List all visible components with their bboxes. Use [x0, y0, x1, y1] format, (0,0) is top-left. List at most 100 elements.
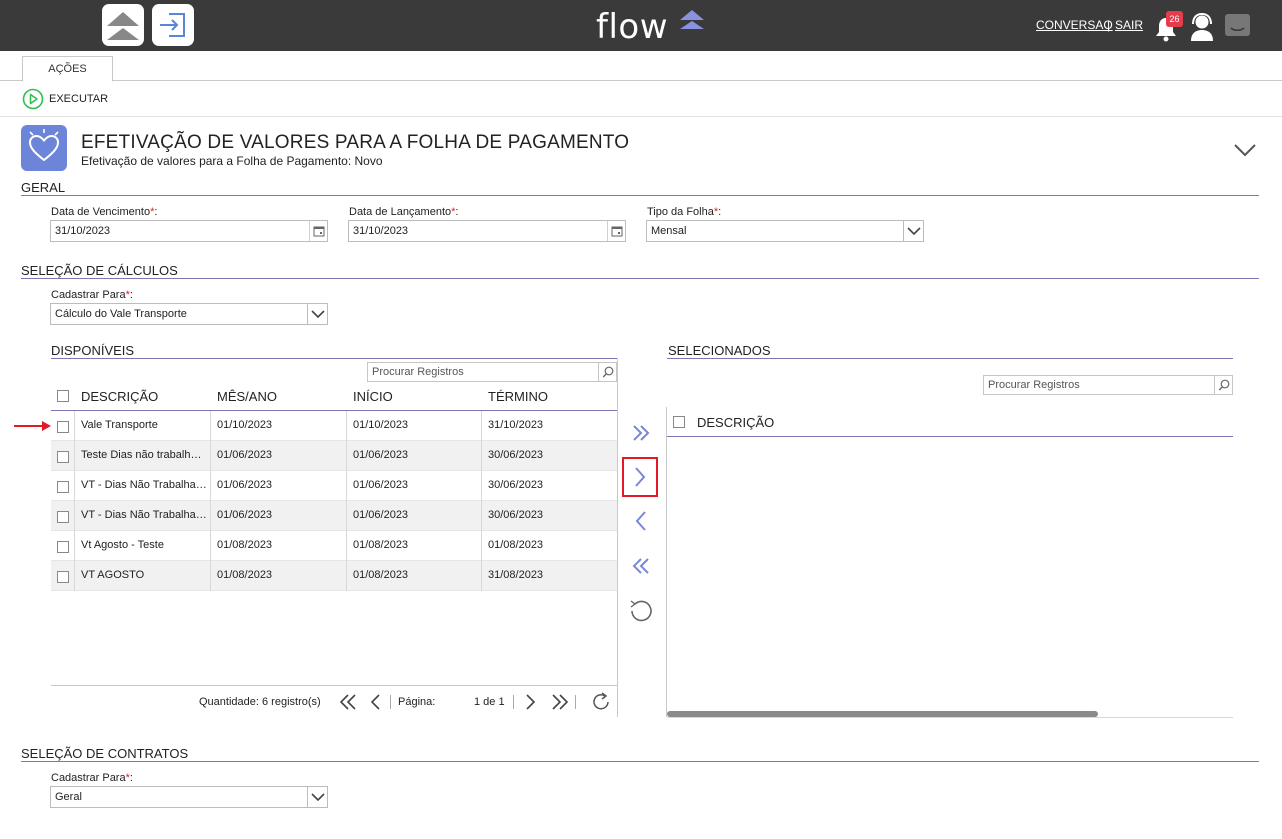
- data-lancamento-field[interactable]: 31/10/2023: [348, 220, 626, 242]
- row-checkbox[interactable]: [57, 421, 69, 433]
- section-title-contratos: SELEÇÃO DE CONTRATOS: [21, 746, 189, 761]
- row-checkbox[interactable]: [57, 571, 69, 583]
- dropdown-toggle[interactable]: [903, 221, 923, 241]
- execute-label: EXECUTAR: [49, 93, 109, 105]
- calendar-button[interactable]: [309, 221, 327, 241]
- move-all-right-button[interactable]: [624, 417, 658, 449]
- cell-descricao: VT AGOSTO: [81, 569, 145, 581]
- cadastrar-para-contratos-select[interactable]: Geral: [50, 786, 328, 808]
- page-title: EFETIVAÇÃO DE VALORES PARA A FOLHA DE PA…: [81, 132, 630, 153]
- page-subtitle: Efetivação de valores para a Folha de Pa…: [81, 154, 383, 168]
- chevron-down-icon: [906, 226, 921, 235]
- column-divider: [346, 411, 347, 591]
- column-divider: [481, 411, 482, 591]
- section-title-geral: GERAL: [21, 180, 66, 195]
- col-descricao[interactable]: DESCRIÇÃO: [81, 389, 158, 404]
- select-all-checkbox[interactable]: [673, 416, 685, 428]
- table-row[interactable]: Vale Transporte 01/10/2023 01/10/2023 31…: [51, 411, 617, 441]
- play-circle-icon: [22, 88, 44, 110]
- last-page-icon[interactable]: [551, 693, 569, 711]
- sair-link[interactable]: SAIR: [1115, 18, 1143, 32]
- cell-termino: 31/08/2023: [488, 569, 544, 581]
- cadastrar-para-label: Cadastrar Para*:: [51, 289, 133, 301]
- selecionados-search-input[interactable]: Procurar Registros: [983, 375, 1233, 395]
- table-row[interactable]: VT - Dias Não Trabalhados 01/06/2023 01/…: [51, 501, 617, 531]
- cloud-upload-icon: [107, 12, 139, 40]
- table-row[interactable]: VT AGOSTO 01/08/2023 01/08/2023 31/08/20…: [51, 561, 617, 591]
- row-checkbox[interactable]: [57, 451, 69, 463]
- undo-circle-icon: [630, 600, 652, 622]
- cell-mes-ano: 01/06/2023: [217, 479, 273, 491]
- tipo-folha-label: Tipo da Folha*:: [647, 206, 721, 218]
- section-divider: [21, 278, 1259, 279]
- tipo-folha-select[interactable]: Mensal: [646, 220, 924, 242]
- table-row[interactable]: Vt Agosto - Teste 01/08/2023 01/08/2023 …: [51, 531, 617, 561]
- label-colon: :: [129, 772, 133, 784]
- search-button[interactable]: [598, 363, 616, 381]
- move-all-left-button[interactable]: [624, 550, 658, 582]
- cell-descricao: Teste Dias não trabalhados: [81, 449, 207, 461]
- support-agent-icon[interactable]: [1189, 12, 1215, 42]
- cell-descricao: VT - Dias Não Trabalhados: [81, 509, 207, 521]
- table-row[interactable]: VT - Dias Não Trabalhados 01/06/2023 01/…: [51, 471, 617, 501]
- col-mes-ano[interactable]: MÊS/ANO: [217, 389, 277, 404]
- login-button[interactable]: [152, 4, 194, 46]
- cell-inicio: 01/06/2023: [353, 449, 409, 461]
- chevron-left-icon: [635, 511, 646, 531]
- page-label: Página:: [398, 696, 436, 708]
- data-lancamento-label: Data de Lançamento*:: [349, 206, 458, 218]
- search-button[interactable]: [1214, 376, 1232, 394]
- reset-selection-button[interactable]: [624, 595, 658, 627]
- row-checkbox[interactable]: [57, 481, 69, 493]
- search-icon: [602, 366, 613, 378]
- field-value: 31/10/2023: [55, 225, 111, 237]
- link-separator: |: [1107, 18, 1111, 32]
- table-row[interactable]: Teste Dias não trabalhados 01/06/2023 01…: [51, 441, 617, 471]
- refresh-icon[interactable]: [590, 691, 612, 713]
- row-checkbox[interactable]: [57, 541, 69, 553]
- select-value: Mensal: [651, 225, 687, 237]
- col-termino[interactable]: TÉRMINO: [488, 389, 548, 404]
- move-left-button[interactable]: [624, 505, 658, 537]
- calendar-icon: [313, 226, 325, 237]
- notification-badge: 26: [1166, 11, 1183, 27]
- col-descricao[interactable]: DESCRIÇÃO: [697, 415, 774, 430]
- cell-inicio: 01/06/2023: [353, 509, 409, 521]
- horizontal-scrollbar[interactable]: [667, 711, 1098, 717]
- cell-descricao: Vt Agosto - Teste: [81, 539, 164, 551]
- chevron-down-icon[interactable]: [1233, 143, 1257, 157]
- cell-termino: 30/06/2023: [488, 509, 544, 521]
- divider: [0, 116, 1282, 117]
- dropdown-toggle[interactable]: [307, 787, 327, 807]
- chat-icon[interactable]: [1225, 14, 1250, 40]
- tab-acoes[interactable]: AÇÕES: [22, 56, 113, 82]
- data-vencimento-field[interactable]: 31/10/2023: [50, 220, 328, 242]
- execute-button[interactable]: EXECUTAR: [22, 88, 108, 110]
- col-inicio[interactable]: INÍCIO: [353, 389, 393, 404]
- label-colon: :: [718, 206, 722, 218]
- conversao-link[interactable]: CONVERSAO: [1036, 18, 1113, 32]
- label-text: Cadastrar Para: [51, 289, 126, 301]
- prev-page-icon[interactable]: [369, 693, 383, 711]
- page-value: 1 de 1: [474, 696, 505, 708]
- move-right-button[interactable]: [622, 457, 658, 497]
- select-all-checkbox[interactable]: [57, 390, 69, 402]
- red-arrow-icon: [14, 421, 51, 431]
- next-page-icon[interactable]: [523, 693, 537, 711]
- heart-icon: [28, 129, 60, 162]
- row-checkbox[interactable]: [57, 511, 69, 523]
- disponiveis-search-input[interactable]: Procurar Registros: [367, 362, 617, 382]
- dropdown-toggle[interactable]: [307, 304, 327, 324]
- field-value: 31/10/2023: [353, 225, 409, 237]
- page-icon: [21, 125, 67, 171]
- cloud-upload-button[interactable]: [102, 4, 144, 46]
- cell-inicio: 01/08/2023: [353, 539, 409, 551]
- first-page-icon[interactable]: [339, 693, 357, 711]
- panel-bottom-border: [667, 717, 1233, 718]
- cadastrar-para-select[interactable]: Cálculo do Vale Transporte: [50, 303, 328, 325]
- calendar-button[interactable]: [607, 221, 625, 241]
- pager-divider: [575, 695, 576, 709]
- flow-logo: flow: [596, 8, 668, 46]
- column-divider: [74, 411, 75, 591]
- panel-divider: [51, 358, 617, 359]
